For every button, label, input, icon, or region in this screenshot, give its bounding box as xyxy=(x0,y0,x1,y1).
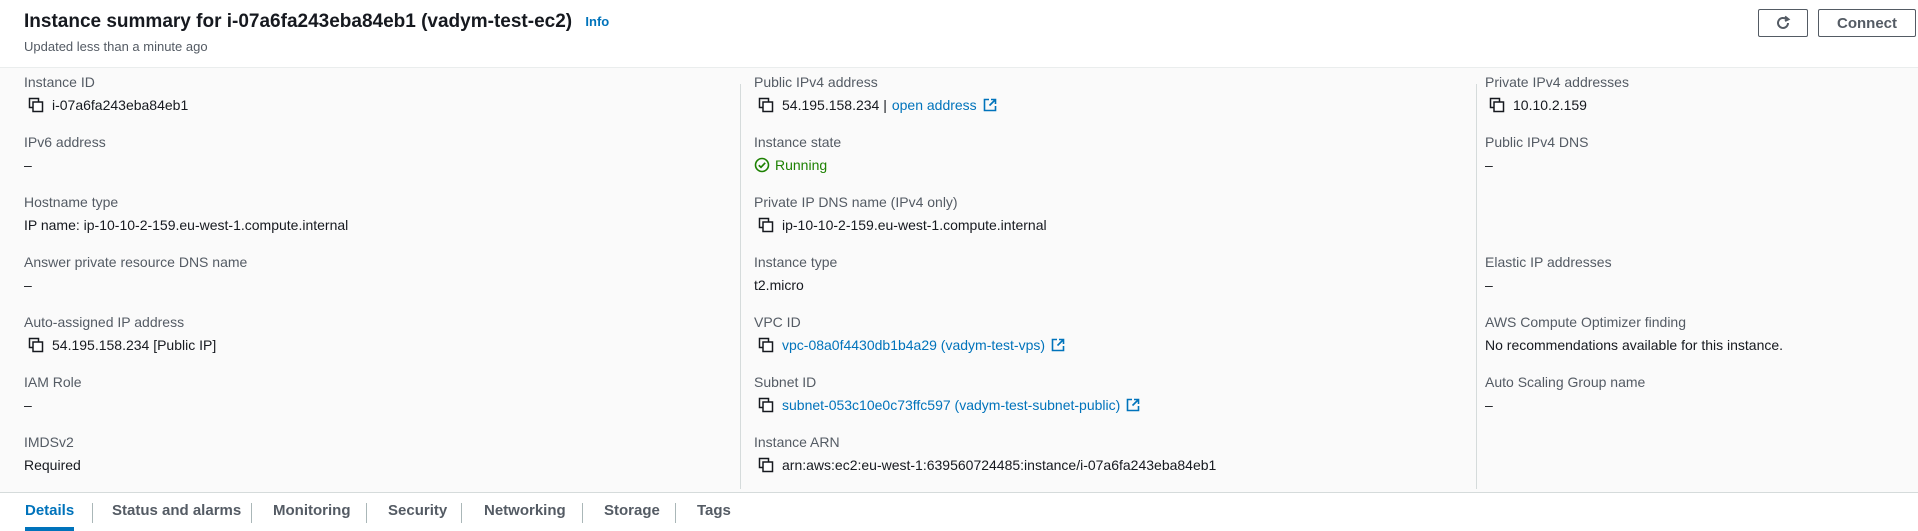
tab-monitoring[interactable]: Monitoring xyxy=(273,493,350,531)
summary-header: Instance summary for i-07a6fa243eba84eb1… xyxy=(0,0,1918,68)
public-dns-value: – xyxy=(1485,157,1493,173)
hostname-type-value: IP name: ip-10-10-2-159.eu-west-1.comput… xyxy=(24,217,349,233)
tab-storage[interactable]: Storage xyxy=(604,493,660,531)
arn-field: Instance ARN arn:aws:ec2:eu-west-1:63956… xyxy=(754,434,1216,474)
instance-tabs: Details Status and alarms Monitoring Sec… xyxy=(0,492,1918,531)
iam-role-field: IAM Role – xyxy=(24,374,82,414)
updated-timestamp: Updated less than a minute ago xyxy=(24,39,208,54)
instance-state-field: Instance state Running xyxy=(754,134,841,174)
instance-state-label: Instance state xyxy=(754,134,842,150)
asg-value: – xyxy=(1485,397,1493,413)
public-ipv4-value: 54.195.158.234 | xyxy=(782,97,887,113)
column-divider xyxy=(740,84,741,489)
asg-field: Auto Scaling Group name – xyxy=(1485,374,1645,414)
private-ipv4-field: Private IPv4 addresses 10.10.2.159 xyxy=(1485,74,1629,114)
public-dns-label: Public IPv4 DNS xyxy=(1485,134,1589,150)
answer-dns-field: Answer private resource DNS name – xyxy=(24,254,247,294)
page-title: Instance summary for i-07a6fa243eba84eb1… xyxy=(24,11,609,33)
external-link-icon[interactable] xyxy=(1126,398,1140,412)
connect-button[interactable]: Connect xyxy=(1818,9,1916,37)
hostname-type-label: Hostname type xyxy=(24,194,119,210)
details-column-2: Public IPv4 address 54.195.158.234 | ope… xyxy=(754,68,1454,493)
instance-id-field: Instance ID i-07a6fa243eba84eb1 xyxy=(24,74,188,114)
column-divider xyxy=(1476,84,1477,489)
public-ipv4-label: Public IPv4 address xyxy=(754,74,878,90)
instance-type-label: Instance type xyxy=(754,254,838,270)
elastic-ip-field: Elastic IP addresses – xyxy=(1485,254,1612,294)
external-link-icon[interactable] xyxy=(983,98,997,112)
arn-value: arn:aws:ec2:eu-west-1:639560724485:insta… xyxy=(782,457,1217,473)
check-circle-icon xyxy=(754,157,770,173)
page-title-text: Instance summary for i-07a6fa243eba84eb1… xyxy=(24,11,573,32)
hostname-type-field: Hostname type IP name: ip-10-10-2-159.eu… xyxy=(24,194,348,234)
copy-icon[interactable] xyxy=(758,217,774,233)
vpc-label: VPC ID xyxy=(754,314,801,330)
private-dns-field: Private IP DNS name (IPv4 only) ip-10-10… xyxy=(754,194,1047,234)
answer-dns-label: Answer private resource DNS name xyxy=(24,254,248,270)
optimizer-value: No recommendations available for this in… xyxy=(1485,337,1784,353)
tab-separator xyxy=(675,503,676,523)
open-address-link[interactable]: open address xyxy=(892,96,977,114)
iam-role-value: – xyxy=(24,397,32,413)
details-column-3: Private IPv4 addresses 10.10.2.159 Publi… xyxy=(1485,68,1905,493)
public-ipv4-field: Public IPv4 address 54.195.158.234 | ope… xyxy=(754,74,997,114)
copy-icon[interactable] xyxy=(758,337,774,353)
tab-separator xyxy=(251,503,252,523)
imdsv2-value: Required xyxy=(24,457,81,473)
copy-icon[interactable] xyxy=(758,457,774,473)
auto-ip-field: Auto-assigned IP address 54.195.158.234 … xyxy=(24,314,216,354)
auto-ip-label: Auto-assigned IP address xyxy=(24,314,185,330)
tab-separator xyxy=(366,503,367,523)
copy-icon[interactable] xyxy=(758,397,774,413)
details-panel: Instance ID i-07a6fa243eba84eb1 IPv6 add… xyxy=(0,68,1918,493)
iam-role-label: IAM Role xyxy=(24,374,82,390)
imdsv2-label: IMDSv2 xyxy=(24,434,74,450)
imdsv2-field: IMDSv2 Required xyxy=(24,434,81,474)
public-dns-field: Public IPv4 DNS – xyxy=(1485,134,1588,174)
tab-separator xyxy=(461,503,462,523)
copy-icon[interactable] xyxy=(1489,97,1505,113)
tab-details[interactable]: Details xyxy=(25,493,75,531)
vpc-link[interactable]: vpc-08a0f4430db1b4a29 (vadym-test-vps) xyxy=(782,336,1045,354)
tab-separator xyxy=(582,503,583,523)
instance-type-field: Instance type t2.micro xyxy=(754,254,837,294)
instance-state-value: Running xyxy=(775,157,828,173)
asg-label: Auto Scaling Group name xyxy=(1485,374,1646,390)
refresh-button[interactable] xyxy=(1758,9,1808,37)
info-link[interactable]: Info xyxy=(585,14,609,29)
private-ipv4-value: 10.10.2.159 xyxy=(1513,97,1587,113)
subnet-label: Subnet ID xyxy=(754,374,817,390)
subnet-field: Subnet ID subnet-053c10e0c73ffc597 (vady… xyxy=(754,374,1140,414)
subnet-link[interactable]: subnet-053c10e0c73ffc597 (vadym-test-sub… xyxy=(782,396,1120,414)
tab-networking[interactable]: Networking xyxy=(484,493,566,531)
copy-icon[interactable] xyxy=(28,337,44,353)
tab-status-and-alarms[interactable]: Status and alarms xyxy=(112,493,241,531)
tab-security[interactable]: Security xyxy=(388,493,447,531)
ipv6-field: IPv6 address – xyxy=(24,134,106,174)
instance-id-label: Instance ID xyxy=(24,74,95,90)
instance-type-value: t2.micro xyxy=(754,277,804,293)
external-link-icon[interactable] xyxy=(1051,338,1065,352)
tab-separator xyxy=(92,503,93,523)
private-dns-value: ip-10-10-2-159.eu-west-1.compute.interna… xyxy=(782,217,1047,233)
copy-icon[interactable] xyxy=(758,97,774,113)
elastic-ip-value: – xyxy=(1485,277,1493,293)
refresh-icon xyxy=(1777,15,1791,29)
details-column-1: Instance ID i-07a6fa243eba84eb1 IPv6 add… xyxy=(24,68,724,493)
auto-ip-value: 54.195.158.234 [Public IP] xyxy=(52,337,217,353)
optimizer-label: AWS Compute Optimizer finding xyxy=(1485,314,1686,330)
elastic-ip-label: Elastic IP addresses xyxy=(1485,254,1612,270)
tab-tags[interactable]: Tags xyxy=(697,493,731,531)
private-ipv4-label: Private IPv4 addresses xyxy=(1485,74,1629,90)
arn-label: Instance ARN xyxy=(754,434,840,450)
copy-icon[interactable] xyxy=(28,97,44,113)
vpc-field: VPC ID vpc-08a0f4430db1b4a29 (vadym-test… xyxy=(754,314,1065,354)
ipv6-label: IPv6 address xyxy=(24,134,106,150)
optimizer-field: AWS Compute Optimizer finding No recomme… xyxy=(1485,314,1783,354)
instance-id-value: i-07a6fa243eba84eb1 xyxy=(52,97,189,113)
answer-dns-value: – xyxy=(24,277,32,293)
private-dns-label: Private IP DNS name (IPv4 only) xyxy=(754,194,958,210)
ipv6-value: – xyxy=(24,157,32,173)
